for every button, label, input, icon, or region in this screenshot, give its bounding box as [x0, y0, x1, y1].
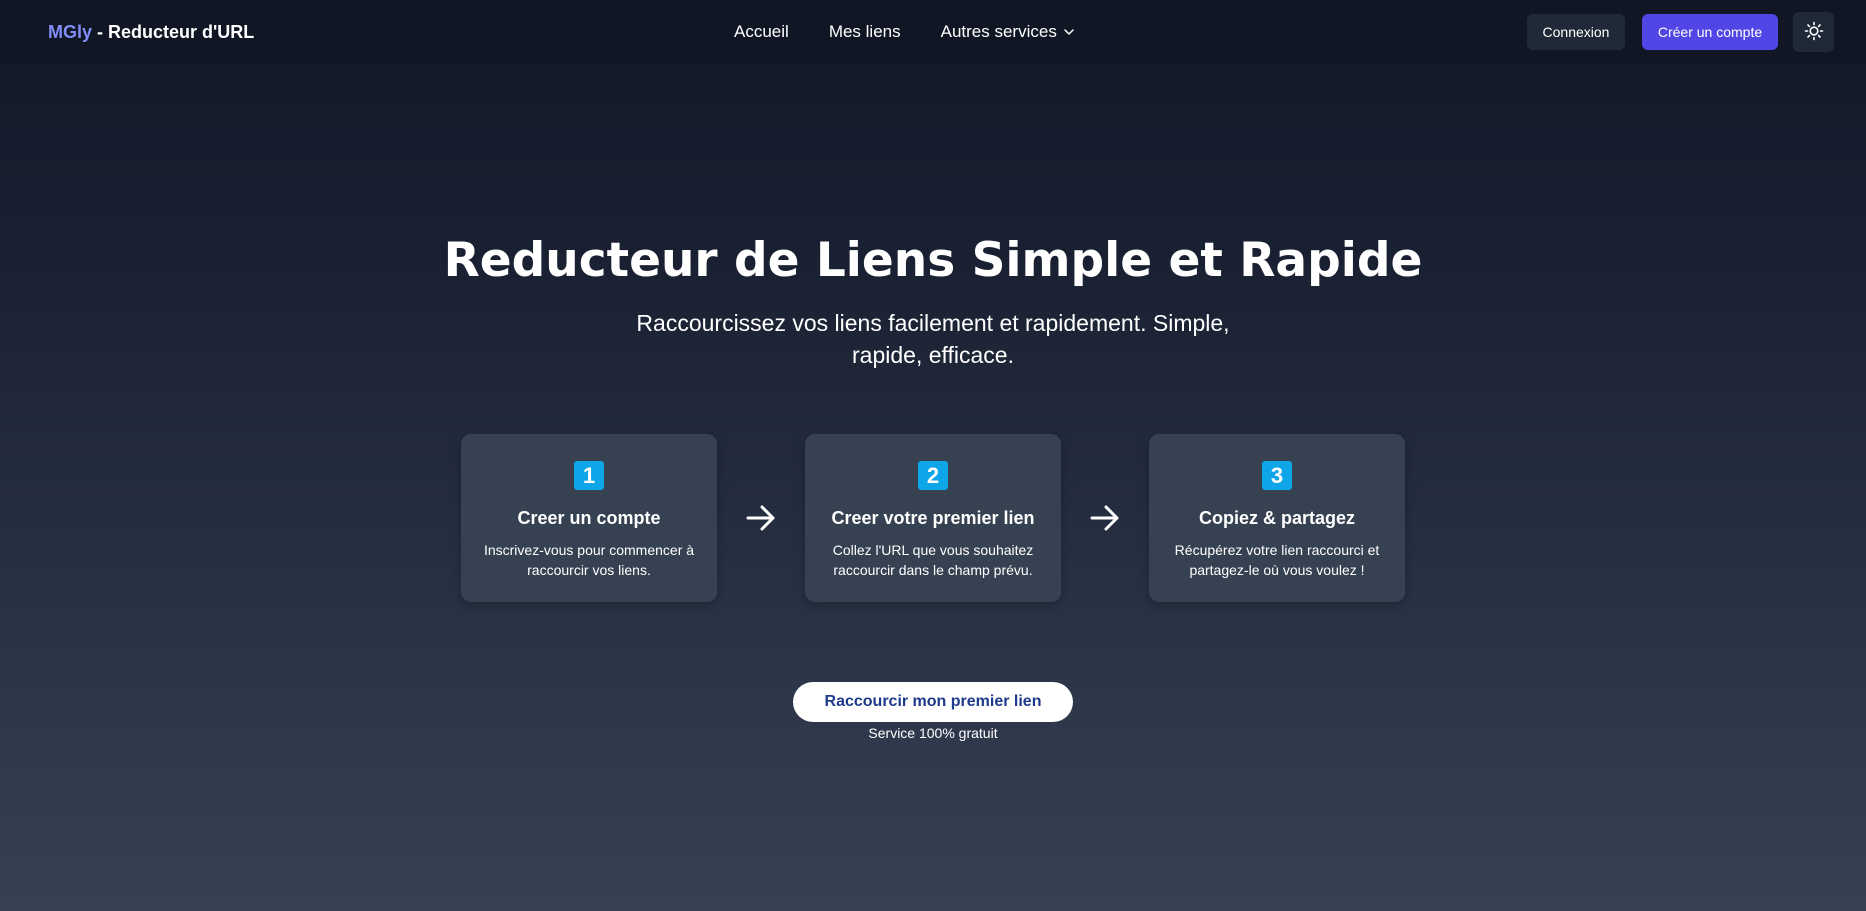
nav-other-services-label: Autres services [940, 22, 1057, 41]
step-description: Collez l'URL que vous souhaitez raccourc… [832, 542, 1034, 578]
sun-icon [1804, 21, 1824, 44]
step-title: Creer un compte [517, 508, 661, 528]
nav-other-services-dropdown[interactable]: Autres services [941, 20, 1075, 44]
hero-subtitle: Raccourcissez vos liens facilement et ra… [636, 310, 1230, 368]
step-description: Inscrivez-vous pour commencer à raccourc… [483, 542, 695, 578]
step-title: Copiez & partagez [1198, 508, 1356, 528]
step-number-badge: 2 [918, 461, 948, 490]
nav-home-link[interactable]: Accueil [734, 20, 789, 44]
login-button[interactable]: Connexion [1527, 14, 1625, 50]
logo-title: - Reducteur d'URL [92, 22, 255, 42]
nav-home-label: Accueil [734, 22, 789, 41]
signup-button[interactable]: Créer un compte [1642, 14, 1778, 50]
step-number-badge: 3 [1262, 461, 1292, 490]
arrow-right-icon [744, 502, 778, 534]
nav-my-links-link[interactable]: Mes liens [829, 20, 901, 44]
top-navbar: MGly - Reducteur d'URL Accueil Mes liens… [0, 0, 1866, 64]
theme-toggle-button[interactable] [1793, 12, 1834, 52]
step-title: Creer votre premier lien [831, 508, 1035, 528]
step-card-copy-share: 3 Copiez & partagez Récupérez votre lien… [1149, 434, 1405, 602]
free-service-note: Service 100% gratuit [868, 725, 998, 741]
step-card-create-link: 2 Creer votre premier lien Collez l'URL … [805, 434, 1061, 602]
step-number-badge: 1 [574, 461, 604, 490]
main-nav: Accueil Mes liens Autres services [734, 20, 1075, 44]
hero-title: Reducteur de Liens Simple et Rapide [443, 233, 1423, 288]
arrow-right-icon [1088, 502, 1122, 534]
chevron-down-icon [1063, 26, 1075, 38]
shorten-first-link-button[interactable]: Raccourcir mon premier lien [793, 682, 1073, 722]
step-description: Récupérez votre lien raccourci et partag… [1174, 542, 1380, 578]
logo-brand: MGly [48, 22, 93, 42]
nav-my-links-label: Mes liens [828, 22, 901, 41]
step-card-create-account: 1 Creer un compte Inscrivez-vous pour co… [461, 434, 717, 602]
site-logo[interactable]: MGly - Reducteur d'URL [48, 20, 254, 44]
